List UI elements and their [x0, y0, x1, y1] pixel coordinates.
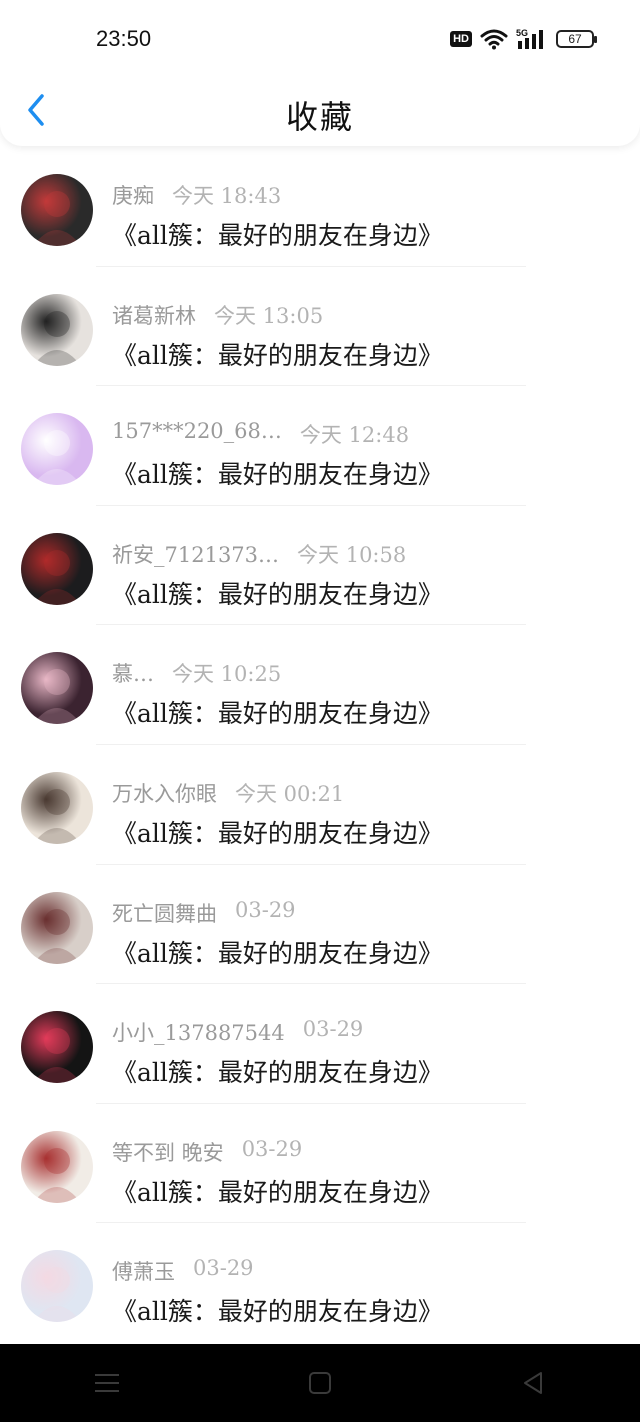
system-nav-bar	[0, 1344, 640, 1422]
user-name[interactable]: 157***220_68…	[112, 419, 282, 449]
user-name[interactable]: 傅萧玉	[112, 1256, 175, 1286]
favorite-meta: 诸葛新林 今天 13:05	[112, 300, 323, 330]
favorite-content[interactable]: 《all簇：最好的朋友在身边》	[112, 216, 443, 252]
favorite-meta: 庚痴 今天 18:43	[112, 180, 281, 210]
divider	[96, 983, 526, 985]
favorite-meta: 157***220_68… 今天 12:48	[112, 419, 409, 449]
avatar-figure-icon	[33, 430, 81, 486]
favorite-meta: 万水入你眼 今天 00:21	[112, 778, 344, 808]
favorite-time: 今天 13:05	[214, 303, 324, 328]
favorite-content[interactable]: 《all簇：最好的朋友在身边》	[112, 1292, 443, 1328]
favorite-content[interactable]: 《all簇：最好的朋友在身边》	[112, 1053, 443, 1089]
favorite-content[interactable]: 《all簇：最好的朋友在身边》	[112, 575, 443, 611]
user-name[interactable]: 慕…	[112, 658, 154, 688]
system-back-button[interactable]	[508, 1363, 558, 1403]
favorite-meta: 等不到 晚安 03-29	[112, 1137, 302, 1167]
favorite-time: 今天 10:25	[172, 662, 282, 687]
favorite-item[interactable]: 万水入你眼 今天 00:21 《all簇：最好的朋友在身边》	[0, 743, 640, 864]
divider	[96, 624, 526, 626]
avatar-figure-icon	[33, 788, 81, 844]
page-title: 收藏	[285, 98, 354, 136]
favorite-meta: 傅萧玉 03-29	[112, 1256, 254, 1286]
home-square-icon	[308, 1372, 331, 1394]
favorite-time: 今天 12:48	[299, 423, 410, 448]
app-header: 23:50 HD 5G 67 收藏	[0, 0, 640, 146]
user-name[interactable]: 祈安_7121373…	[112, 539, 279, 569]
favorite-time: 03-29	[235, 897, 296, 922]
favorite-meta: 死亡圆舞曲 03-29	[112, 898, 296, 928]
user-name[interactable]: 庚痴	[112, 180, 154, 210]
favorite-time: 今天 10:58	[297, 542, 407, 567]
avatar-figure-icon	[33, 310, 81, 366]
user-name[interactable]: 等不到 晚安	[112, 1137, 224, 1167]
avatar[interactable]	[21, 771, 93, 844]
avatar[interactable]	[21, 413, 93, 486]
divider	[96, 863, 526, 865]
favorite-item[interactable]: 庚痴 今天 18:43 《all簇：最好的朋友在身边》	[0, 146, 640, 266]
avatar[interactable]	[21, 1130, 93, 1203]
favorite-time: 03-29	[193, 1256, 254, 1281]
favorite-content[interactable]: 《all簇：最好的朋友在身边》	[112, 694, 443, 730]
avatar[interactable]	[21, 293, 93, 366]
avatar[interactable]	[21, 1250, 93, 1323]
avatar-figure-icon	[33, 908, 81, 964]
favorite-item[interactable]: 死亡圆舞曲 03-29 《all簇：最好的朋友在身边》	[0, 863, 640, 984]
favorite-item[interactable]: 傅萧玉 03-29 《all簇：最好的朋友在身边》	[0, 1222, 640, 1342]
wifi-icon	[480, 29, 508, 50]
avatar-figure-icon	[33, 669, 81, 725]
favorite-item[interactable]: 慕… 今天 10:25 《all簇：最好的朋友在身边》	[0, 624, 640, 744]
divider	[96, 1222, 526, 1224]
favorite-content[interactable]: 《all簇：最好的朋友在身边》	[112, 934, 443, 970]
favorite-item[interactable]: 小小_137887544 03-29 《all簇：最好的朋友在身边》	[0, 983, 640, 1103]
avatar-figure-icon	[33, 1267, 81, 1323]
favorite-meta: 祈安_7121373… 今天 10:58	[112, 539, 406, 569]
avatar-figure-icon	[33, 1028, 81, 1084]
signal-5g-icon: 5G	[516, 28, 543, 49]
avatar[interactable]	[21, 891, 93, 964]
divider	[96, 504, 526, 506]
back-triangle-icon	[524, 1372, 543, 1394]
battery-icon: 67	[556, 30, 597, 48]
favorite-content[interactable]: 《all簇：最好的朋友在身边》	[112, 814, 443, 850]
divider	[96, 1102, 526, 1104]
avatar-figure-icon	[33, 1147, 81, 1203]
favorite-time: 03-29	[302, 1017, 364, 1042]
divider	[96, 265, 526, 267]
avatar-figure-icon	[33, 549, 81, 605]
favorite-time: 今天 00:21	[235, 781, 345, 806]
favorite-item[interactable]: 等不到 晚安 03-29 《all簇：最好的朋友在身边》	[0, 1102, 640, 1223]
avatar[interactable]	[21, 652, 93, 725]
divider	[96, 385, 526, 387]
favorite-time: 今天 18:43	[172, 184, 282, 208]
user-name[interactable]: 死亡圆舞曲	[112, 898, 217, 928]
user-name[interactable]: 万水入你眼	[112, 778, 217, 808]
user-name[interactable]: 小小_137887544	[112, 1017, 285, 1047]
network-label: 5G	[516, 28, 528, 38]
menu-icon	[94, 1374, 119, 1392]
divider	[96, 743, 526, 745]
favorites-list: 庚痴 今天 18:43 《all簇：最好的朋友在身边》 诸葛新林 今天 13:05 《a…	[0, 146, 640, 1342]
home-button[interactable]	[295, 1363, 345, 1403]
avatar-figure-icon	[33, 191, 81, 246]
avatar[interactable]	[21, 532, 93, 605]
favorite-content[interactable]: 《all簇：最好的朋友在身边》	[112, 455, 443, 491]
favorite-item[interactable]: 诸葛新林 今天 13:05 《all簇：最好的朋友在身边》	[0, 265, 640, 386]
avatar[interactable]	[21, 174, 93, 246]
user-name[interactable]: 诸葛新林	[112, 300, 196, 330]
favorite-item[interactable]: 157***220_68… 今天 12:48 《all簇：最好的朋友在身边》	[0, 385, 640, 505]
favorite-meta: 慕… 今天 10:25	[112, 658, 281, 688]
hd-icon: HD	[450, 31, 472, 47]
favorite-item[interactable]: 祈安_7121373… 今天 10:58 《all簇：最好的朋友在身边》	[0, 504, 640, 625]
favorite-content[interactable]: 《all簇：最好的朋友在身边》	[112, 336, 443, 372]
favorite-meta: 小小_137887544 03-29	[112, 1017, 363, 1047]
status-time: 23:50	[96, 26, 152, 51]
favorite-content[interactable]: 《all簇：最好的朋友在身边》	[112, 1173, 443, 1209]
favorite-time: 03-29	[241, 1136, 303, 1161]
status-icons: HD 5G 67	[450, 28, 597, 50]
avatar[interactable]	[21, 1011, 93, 1084]
menu-button[interactable]	[82, 1363, 132, 1403]
